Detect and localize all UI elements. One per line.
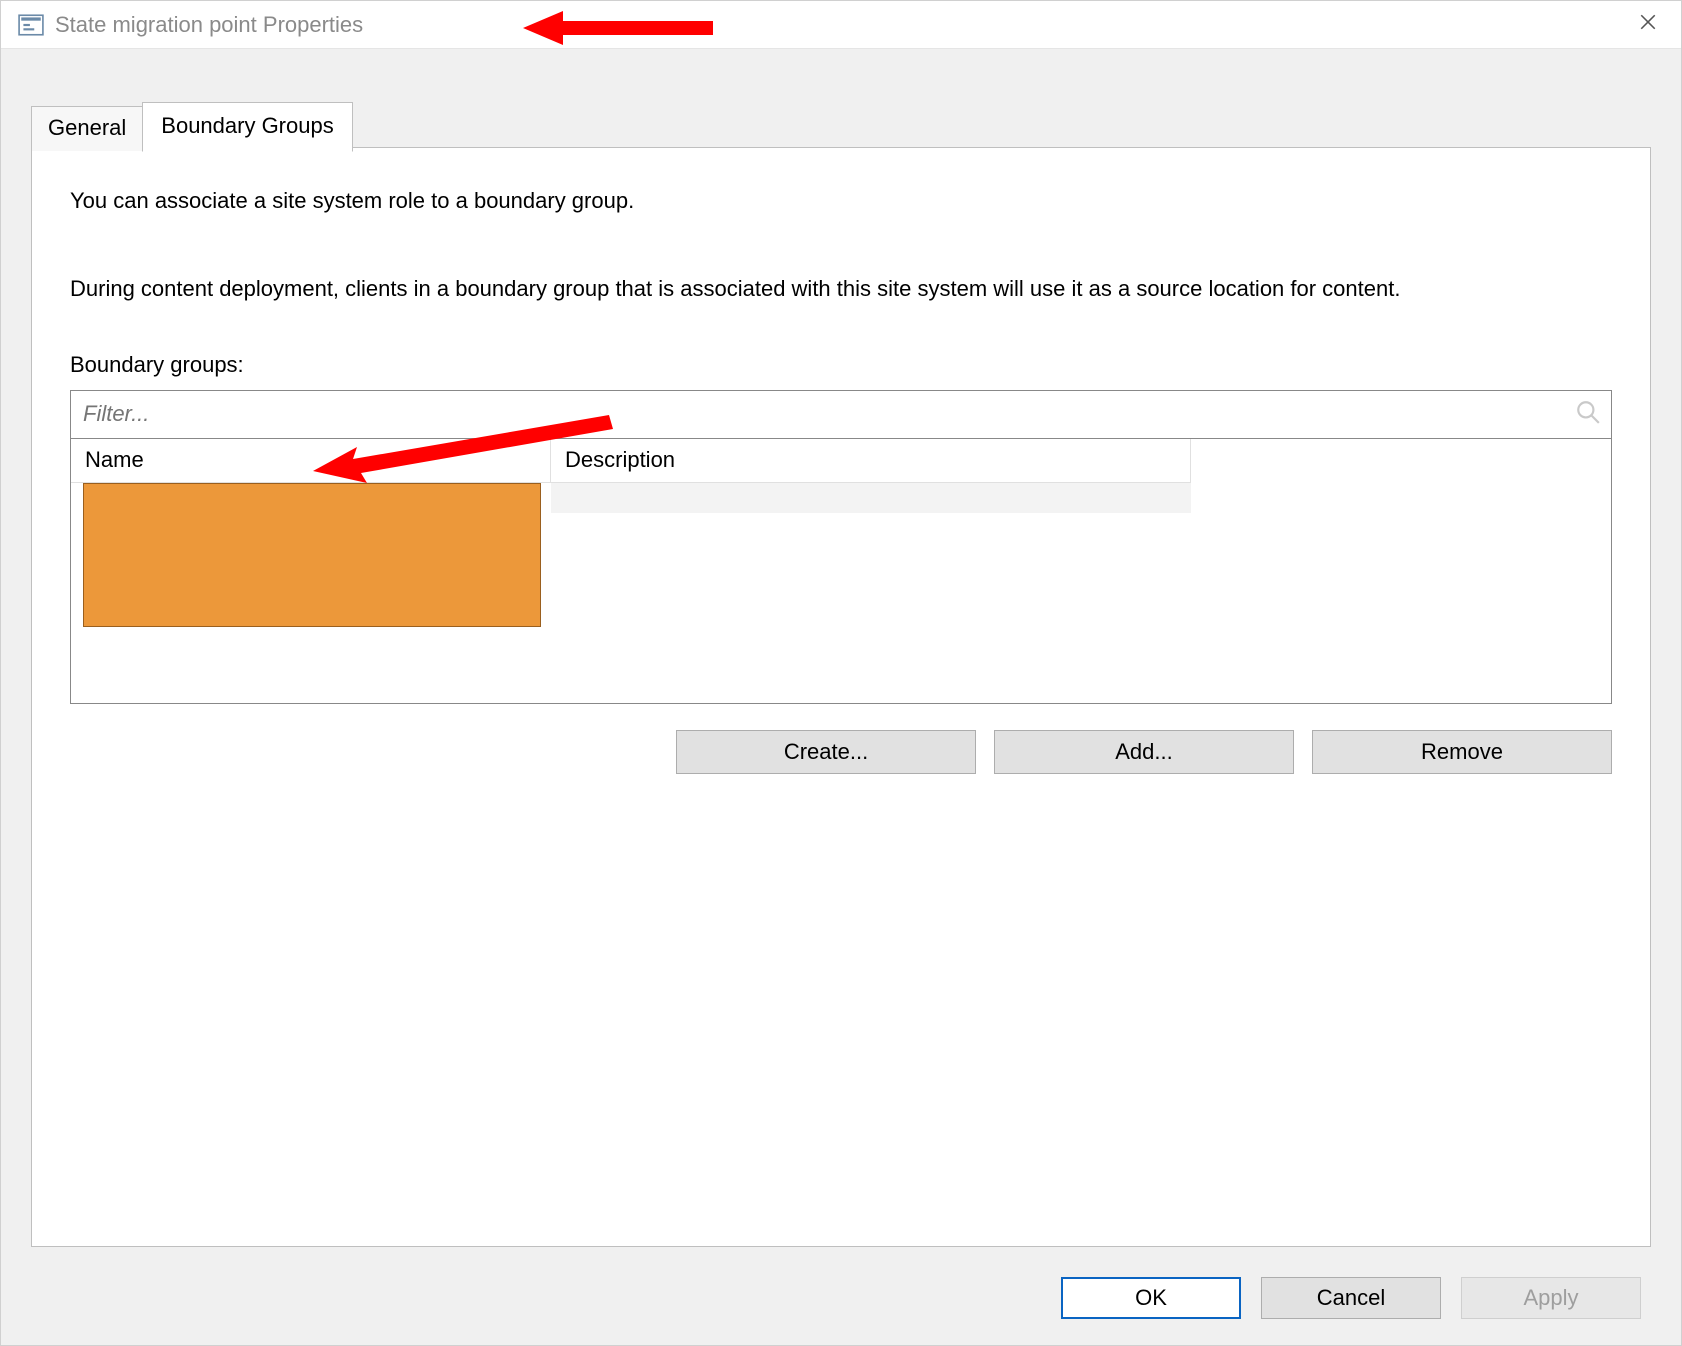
- grid-header: Name Description: [71, 439, 1611, 483]
- window-title: State migration point Properties: [55, 12, 363, 38]
- list-action-buttons: Create... Add... Remove: [70, 730, 1612, 774]
- filter-input[interactable]: [83, 401, 1575, 427]
- redacted-cell: [83, 483, 541, 627]
- titlebar: State migration point Properties: [1, 1, 1681, 49]
- close-icon: [1639, 13, 1657, 36]
- table-row[interactable]: [551, 483, 1191, 513]
- tabstrip: General Boundary Groups: [31, 101, 352, 151]
- create-button[interactable]: Create...: [676, 730, 976, 774]
- remove-button[interactable]: Remove: [1312, 730, 1612, 774]
- app-icon: [17, 11, 45, 39]
- intro-text-1: You can associate a site system role to …: [70, 188, 1612, 214]
- annotation-arrow: [523, 9, 713, 47]
- tab-general[interactable]: General: [31, 106, 143, 151]
- close-button[interactable]: [1625, 9, 1671, 41]
- tab-boundary-groups[interactable]: Boundary Groups: [142, 102, 352, 152]
- add-button[interactable]: Add...: [994, 730, 1294, 774]
- boundary-groups-list: Name Description: [70, 390, 1612, 704]
- cancel-button[interactable]: Cancel: [1261, 1277, 1441, 1319]
- filter-row: [71, 391, 1611, 439]
- grid: Name Description: [71, 439, 1611, 703]
- grid-body[interactable]: [71, 483, 1611, 703]
- annotation-arrow: [313, 415, 613, 485]
- client-area: General Boundary Groups You can associat…: [1, 49, 1681, 1345]
- dialog-window: State migration point Properties General…: [0, 0, 1682, 1346]
- dialog-footer-buttons: OK Cancel Apply: [1061, 1277, 1641, 1319]
- boundary-groups-label: Boundary groups:: [70, 352, 1612, 378]
- search-icon[interactable]: [1575, 399, 1601, 430]
- column-header-description[interactable]: Description: [551, 439, 1191, 483]
- tab-panel-boundary-groups: You can associate a site system role to …: [31, 147, 1651, 1247]
- ok-button[interactable]: OK: [1061, 1277, 1241, 1319]
- intro-text-2: During content deployment, clients in a …: [70, 274, 1612, 304]
- apply-button: Apply: [1461, 1277, 1641, 1319]
